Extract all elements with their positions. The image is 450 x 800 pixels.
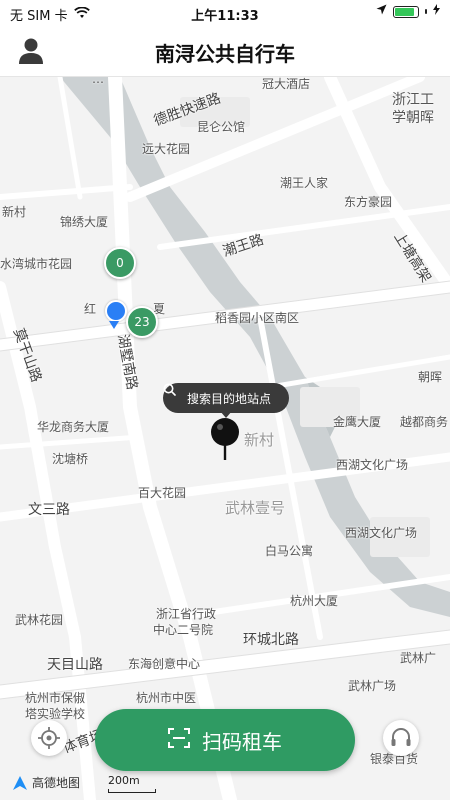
amap-logo-icon (13, 775, 27, 790)
map-pin-icon (209, 417, 241, 461)
label-zhaohui: 朝晖 (418, 370, 443, 384)
charging-icon (433, 4, 440, 19)
label-hualong: 华龙商务大厦 (37, 420, 110, 434)
scan-icon (168, 727, 190, 754)
label-baida: 百大花园 (138, 486, 187, 500)
customer-service-button[interactable] (383, 720, 419, 756)
label-hangzhoudasha: 杭州大厦 (290, 594, 339, 608)
battery-cap (425, 9, 427, 14)
label-baima: 白马公寓 (265, 544, 314, 558)
user-location-dot (105, 300, 127, 322)
headset-icon (391, 728, 411, 746)
label-xincun-center: 新村 (244, 431, 275, 449)
search-bubble-label: 搜索目的地站点 (186, 391, 271, 406)
map-brand: 高德地图 (12, 774, 80, 791)
label-wulinguang-r: 武林广 (400, 651, 437, 665)
label-yuedu: 越都商务 (400, 415, 449, 429)
label-xcz: 学朝晖 (392, 110, 434, 126)
label-zjg: 浙江工 (392, 92, 434, 108)
label-wulinhuayuan: 武林花园 (15, 613, 64, 627)
label-xincun-left: 新村 (2, 205, 27, 219)
label-jinxiu: 锦绣大厦 (60, 215, 109, 229)
bike-station-marker[interactable]: 23 (126, 306, 158, 338)
label-zhongyi: 杭州市中医 (136, 691, 197, 705)
label-tianmushan: 天目山路 (47, 657, 103, 673)
label-kunlun: 昆仑公馆 (197, 120, 246, 134)
label-xihu2: 西湖文化广场 (345, 526, 418, 540)
label-chaowangrenjia: 潮王人家 (280, 176, 329, 190)
search-destination-bubble[interactable]: 搜索目的地站点 (163, 383, 289, 413)
scale-label: 200m (108, 774, 140, 787)
status-bar: 无 SIM 卡 上午11:33 (0, 0, 450, 26)
label-huanchengbeilu: 环城北路 (243, 632, 299, 648)
label-shuiwan: 水湾城市花园 (0, 257, 73, 271)
label-donghai: 东海创意中心 (128, 657, 201, 671)
location-arrow-icon (376, 4, 387, 19)
map-view[interactable]: … 德胜快速路 冠大酒店 浙江工 学朝晖 昆仑公馆 远大花园 潮王人家 东方豪园… (0, 77, 450, 800)
label-xingzheng: 浙江省行政 (156, 607, 217, 621)
label-xihu1: 西湖文化广场 (336, 458, 409, 472)
label-guanda: 冠大酒店 (262, 77, 311, 91)
label-wensan: 文三路 (28, 502, 70, 518)
label-daoxiangyuan: 稻香园小区南区 (215, 311, 300, 325)
label-baojian1: 杭州市保俶 (25, 691, 86, 705)
locate-button[interactable] (31, 720, 67, 756)
app-header: 南浔公共自行车 (0, 26, 450, 77)
brand-label: 高德地图 (32, 776, 81, 790)
scan-rent-button[interactable]: 扫码租车 (95, 709, 355, 771)
label-erhao: 中心二号院 (153, 623, 214, 637)
bike-station-marker[interactable]: 0 (104, 247, 136, 279)
battery-icon (393, 5, 419, 18)
label-jinying: 金鹰大厦 (333, 415, 382, 429)
scale-bar (108, 789, 156, 793)
label-yuanda: 远大花园 (142, 142, 191, 156)
label-hongxing: 红 (84, 302, 97, 316)
user-heading-arrow (109, 321, 119, 329)
page-title: 南浔公共自行车 (155, 42, 295, 66)
label-wulinyihao: 武林壹号 (225, 499, 286, 517)
scan-rent-label: 扫码租车 (202, 729, 282, 754)
locate-icon (38, 727, 60, 749)
label-dongfang: 东方豪园 (344, 195, 393, 209)
label-wulinguangchang: 武林广场 (348, 679, 397, 693)
label-shenqiao: 沈塘桥 (52, 452, 89, 466)
